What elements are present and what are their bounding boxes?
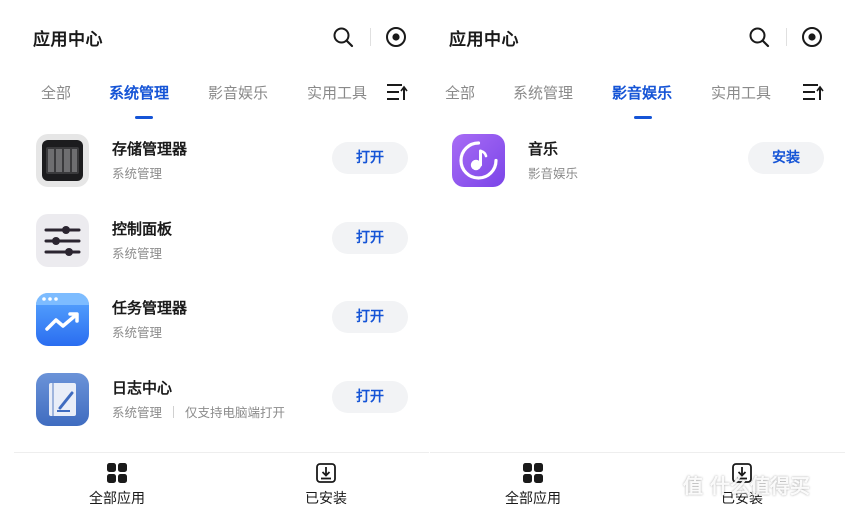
control-panel-icon	[36, 214, 89, 267]
tab-media-entertainment[interactable]: 影音娱乐	[208, 82, 268, 103]
target-icon[interactable]	[385, 26, 407, 48]
app-center-panel-system: 应用中心 全部 系统管理 影音娱乐 实用工具 存储管理器 系统管理 打开 控制面…	[14, 0, 429, 518]
category-tabs: 全部 系统管理 影音娱乐 实用工具	[430, 78, 845, 108]
app-category: 系统管理	[112, 166, 163, 181]
app-name: 控制面板	[112, 220, 173, 238]
nav-installed[interactable]: 已安装	[266, 462, 386, 512]
app-name: 音乐	[528, 140, 559, 158]
search-icon[interactable]	[748, 26, 770, 48]
app-note: 仅支持电脑端打开	[185, 405, 286, 420]
nav-label: 已安装	[305, 491, 347, 507]
app-row-log-center[interactable]: 日志中心 系统管理 仅支持电脑端打开 打开	[14, 373, 429, 443]
log-center-icon	[36, 373, 89, 426]
music-icon	[452, 134, 505, 187]
app-row-music[interactable]: 音乐 影音娱乐 安装	[430, 134, 845, 204]
grid-icon	[523, 463, 543, 483]
watermark: 值 什么值得买	[683, 470, 810, 510]
app-category: 系统管理	[112, 325, 163, 340]
app-row-control-panel[interactable]: 控制面板 系统管理 打开	[14, 214, 429, 284]
tab-system-management[interactable]: 系统管理	[513, 82, 573, 103]
watermark-text: 值 什么值得买	[683, 474, 810, 498]
nav-label: 全部应用	[89, 491, 145, 507]
header-divider	[370, 28, 371, 46]
download-box-icon	[316, 463, 336, 483]
open-button[interactable]: 打开	[332, 142, 408, 174]
page-title: 应用中心	[449, 30, 519, 50]
footer-divider	[14, 452, 429, 453]
app-category: 系统管理	[112, 246, 163, 261]
tab-all[interactable]: 全部	[41, 82, 71, 103]
tab-utilities[interactable]: 实用工具	[307, 82, 367, 103]
app-row-task-manager[interactable]: 任务管理器 系统管理 打开	[14, 293, 429, 363]
tab-system-management[interactable]: 系统管理	[109, 82, 169, 103]
tab-all[interactable]: 全部	[445, 82, 475, 103]
active-tab-indicator	[634, 116, 652, 119]
page-title: 应用中心	[33, 30, 103, 50]
open-button[interactable]: 打开	[332, 381, 408, 413]
header-divider	[786, 28, 787, 46]
app-category: 系统管理 仅支持电脑端打开	[112, 405, 286, 420]
storage-manager-icon	[36, 134, 89, 187]
target-icon[interactable]	[801, 26, 823, 48]
sort-menu-icon[interactable]	[802, 82, 824, 102]
app-center-panel-media: 应用中心 全部 系统管理 影音娱乐 实用工具 音乐 影音娱乐 安装 全部应用 已…	[430, 0, 845, 518]
nav-label: 全部应用	[505, 491, 561, 507]
search-icon[interactable]	[332, 26, 354, 48]
tab-utilities[interactable]: 实用工具	[711, 82, 771, 103]
app-row-storage-manager[interactable]: 存储管理器 系统管理 打开	[14, 134, 429, 204]
sort-menu-icon[interactable]	[386, 82, 408, 102]
task-manager-icon	[36, 293, 89, 346]
nav-all-apps[interactable]: 全部应用	[473, 462, 593, 512]
app-name: 日志中心	[112, 379, 173, 397]
open-button[interactable]: 打开	[332, 301, 408, 333]
grid-icon	[107, 463, 127, 483]
install-button[interactable]: 安装	[748, 142, 824, 174]
nav-all-apps[interactable]: 全部应用	[57, 462, 177, 512]
category-tabs: 全部 系统管理 影音娱乐 实用工具	[14, 78, 429, 108]
open-button[interactable]: 打开	[332, 222, 408, 254]
app-name: 存储管理器	[112, 140, 188, 158]
app-category: 影音娱乐	[528, 166, 579, 181]
app-name: 任务管理器	[112, 299, 188, 317]
active-tab-indicator	[135, 116, 153, 119]
tab-media-entertainment[interactable]: 影音娱乐	[612, 82, 672, 103]
footer-divider	[430, 452, 845, 453]
